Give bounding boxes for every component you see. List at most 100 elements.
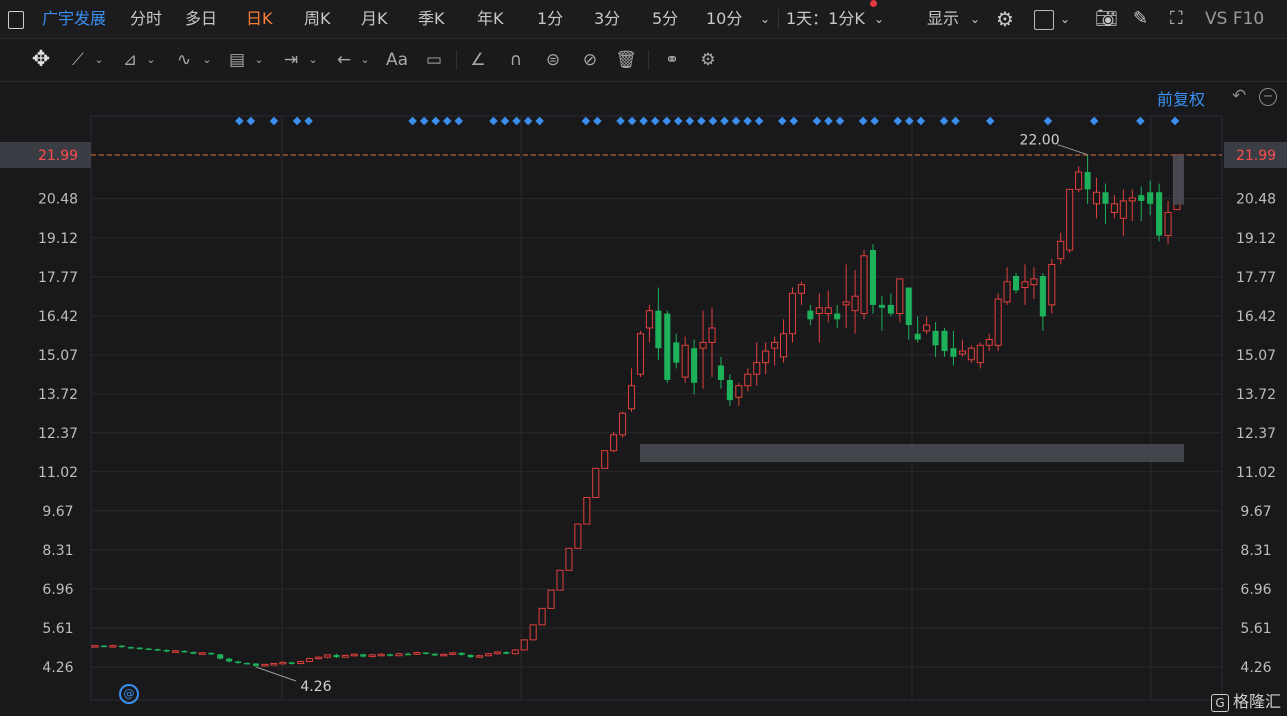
candle-body xyxy=(350,653,358,657)
candle-body xyxy=(475,655,484,658)
signal-diamond xyxy=(512,116,521,126)
candle-body xyxy=(503,651,510,654)
candle-body xyxy=(842,301,850,306)
candle-body xyxy=(288,662,295,664)
candle-body xyxy=(1138,195,1145,201)
signal-diamond xyxy=(951,116,960,126)
candle-body xyxy=(887,304,894,314)
y-tick-label-right: 15.07 xyxy=(1236,348,1276,364)
candle-body xyxy=(395,653,403,657)
signal-diamond xyxy=(442,116,452,126)
signal-diamond xyxy=(835,116,845,126)
candle-body xyxy=(1164,211,1172,237)
y-tick-label-left: 13.72 xyxy=(38,387,78,403)
candle-body xyxy=(610,434,618,452)
candle-body xyxy=(565,547,573,571)
signal-diamond xyxy=(858,116,868,126)
candle-body xyxy=(762,350,770,364)
candle-body xyxy=(243,662,251,665)
signal-diamond xyxy=(674,116,683,126)
candle-body xyxy=(932,330,939,346)
y-tick-label-right: 19.12 xyxy=(1236,231,1276,247)
candle-body xyxy=(735,385,743,398)
candle-body xyxy=(726,379,733,401)
candle-body xyxy=(235,661,242,664)
candle-body xyxy=(261,663,269,667)
candle-body xyxy=(190,651,197,654)
candle-body xyxy=(1013,275,1020,291)
candle-body xyxy=(627,385,636,410)
candle-body xyxy=(1092,191,1101,205)
candle-body xyxy=(914,333,921,340)
candle-body xyxy=(315,656,323,660)
search-target-icon[interactable]: @ xyxy=(119,684,139,704)
signal-diamond xyxy=(893,116,903,126)
candle-body xyxy=(1030,278,1038,286)
signal-diamond xyxy=(916,116,926,126)
signal-diamond xyxy=(697,116,706,126)
candle-body xyxy=(100,645,107,648)
candles xyxy=(91,154,1181,667)
brand-name: 格隆汇 xyxy=(1232,692,1281,711)
brand-logo: G 格隆汇 xyxy=(1210,688,1281,712)
candle-body xyxy=(824,307,832,315)
signal-diamond xyxy=(616,116,625,126)
candle-body xyxy=(601,450,609,469)
candle-body xyxy=(520,639,528,651)
y-tick-label-left: 9.67 xyxy=(42,504,73,520)
candle-body xyxy=(1110,203,1118,213)
candle-body xyxy=(377,653,385,657)
y-tick-label-left: 8.31 xyxy=(42,543,73,559)
low-annotation-label: 4.26 xyxy=(300,679,331,695)
candle-body xyxy=(1003,281,1011,303)
y-tick-label-right: 12.37 xyxy=(1236,426,1276,442)
signal-diamond xyxy=(408,116,417,126)
y-tick-label-right: 16.42 xyxy=(1236,309,1276,325)
price-tag-left: 21.99 xyxy=(38,148,78,164)
candle-body xyxy=(869,250,877,305)
candle-body xyxy=(413,652,421,655)
signal-diamond xyxy=(523,116,533,126)
candle-body xyxy=(691,348,698,383)
candle-body xyxy=(1048,263,1056,306)
signal-diamond xyxy=(235,116,244,126)
signal-diamond xyxy=(812,116,822,126)
candle-body xyxy=(896,278,904,315)
candlestick-chart[interactable]: 20.48 20.48 19.12 19.12 17.77 17.77 16.42 16.42… xyxy=(0,0,1287,716)
signal-markers xyxy=(235,116,1180,126)
candle-body xyxy=(815,307,823,315)
candle-body xyxy=(664,313,671,380)
candle-body xyxy=(619,412,627,436)
high-annotation-label: 22.00 xyxy=(1020,133,1060,149)
plot-frame xyxy=(90,115,1223,701)
brand-g-icon: G xyxy=(1210,694,1229,712)
candle-body xyxy=(91,645,99,648)
candle-body xyxy=(1039,275,1046,317)
signal-diamond xyxy=(754,116,764,126)
signal-diamond xyxy=(489,116,498,126)
candle-body xyxy=(851,295,859,312)
candle-body xyxy=(529,624,537,641)
signal-diamond xyxy=(304,116,313,126)
candle-body xyxy=(306,658,314,663)
candle-body xyxy=(368,654,376,658)
signal-diamond xyxy=(1089,116,1099,126)
signal-diamond xyxy=(535,116,544,126)
candle-body xyxy=(484,653,492,657)
candle-body xyxy=(136,647,143,650)
candle-body xyxy=(467,654,474,658)
candle-body xyxy=(198,652,206,655)
candle-body xyxy=(753,362,761,375)
y-tick-label-right: 5.61 xyxy=(1240,621,1271,637)
candle-body xyxy=(323,654,332,658)
signal-diamond xyxy=(870,116,879,126)
y-tick-label-left: 17.77 xyxy=(38,270,78,286)
y-tick-label-left: 20.48 xyxy=(38,192,78,208)
chart-axes: 20.48 20.48 19.12 19.12 17.77 17.77 16.42 16.42… xyxy=(38,192,1276,676)
y-tick-label-left: 5.61 xyxy=(42,621,73,637)
candle-body xyxy=(985,339,993,346)
y-tick-label-left: 12.37 xyxy=(38,426,78,442)
y-tick-label-right: 17.77 xyxy=(1236,270,1276,286)
candle-body xyxy=(780,333,788,358)
signal-diamond xyxy=(789,116,799,126)
